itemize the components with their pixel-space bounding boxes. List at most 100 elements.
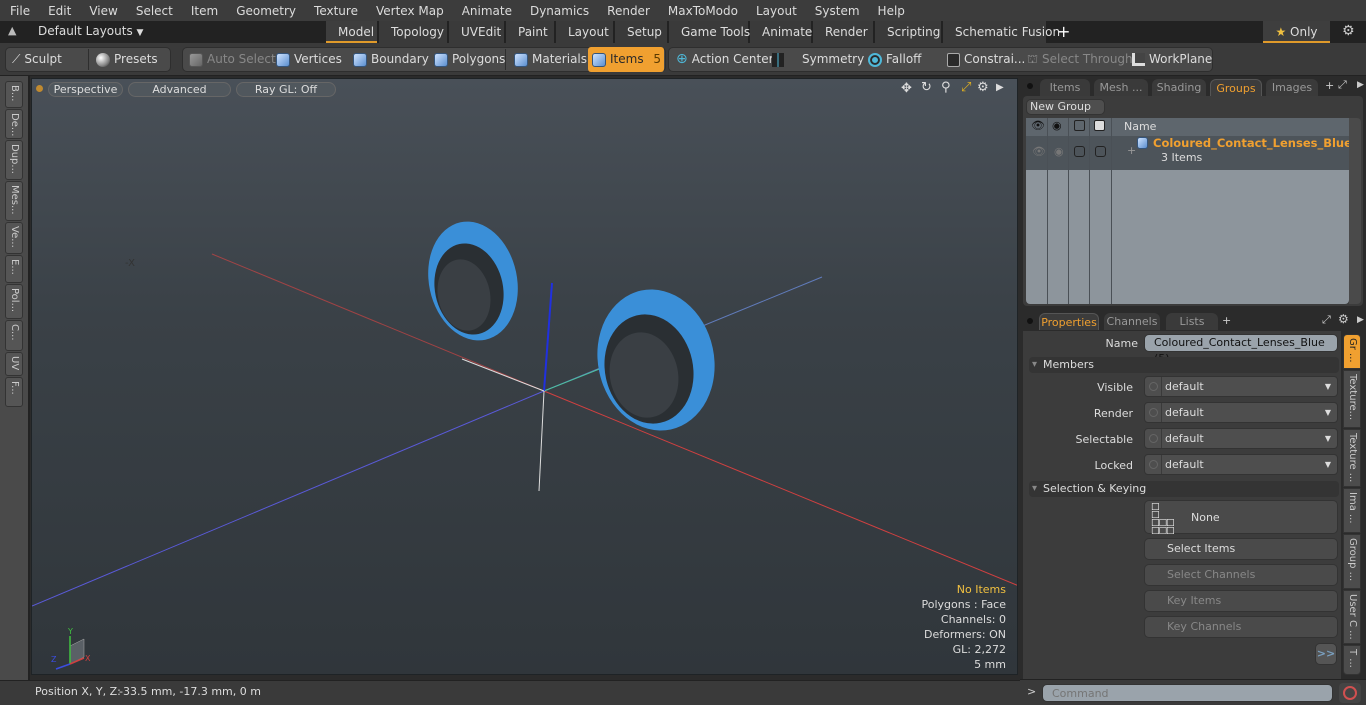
- select-channels-button[interactable]: Select Channels: [1144, 564, 1338, 586]
- side-tab-texture-1[interactable]: Texture...: [1343, 370, 1361, 428]
- panel-more-arrow-icon[interactable]: ▶: [1357, 80, 1364, 90]
- tab-setup[interactable]: Setup: [615, 21, 668, 43]
- locked-dropdown[interactable]: default ▼: [1144, 454, 1338, 475]
- record-button[interactable]: [1339, 683, 1361, 703]
- menu-texture[interactable]: Texture: [304, 4, 366, 18]
- tab-mesh[interactable]: Mesh ...: [1094, 79, 1148, 96]
- select-cube-icon[interactable]: [1094, 120, 1105, 131]
- row-visibility-eye-icon[interactable]: 👁: [1032, 145, 1046, 158]
- row-render-camera-icon[interactable]: ◉: [1054, 145, 1064, 158]
- sculpt-button[interactable]: ⟋ Sculpt: [8, 47, 62, 72]
- left-tab-edge[interactable]: E...: [5, 255, 23, 283]
- visible-dropdown[interactable]: default ▼: [1144, 376, 1338, 397]
- tab-properties[interactable]: Properties: [1039, 313, 1099, 330]
- left-tab-duplicate[interactable]: Dup...: [5, 140, 23, 180]
- 3d-viewport[interactable]: Perspective Advanced Ray GL: Off ✥ ↻ ⚲ ⤢…: [31, 78, 1018, 675]
- tab-groups[interactable]: Groups: [1210, 79, 1262, 96]
- new-group-button[interactable]: New Group: [1026, 99, 1105, 115]
- tab-images[interactable]: Images: [1266, 79, 1318, 96]
- render-camera-icon[interactable]: ◉: [1052, 119, 1062, 132]
- properties-gear-icon[interactable]: ⚙: [1338, 312, 1349, 326]
- tab-layout[interactable]: Layout: [556, 21, 614, 43]
- add-tab-icon[interactable]: +: [1222, 314, 1231, 327]
- vertices-button[interactable]: Vertices1: [272, 47, 360, 72]
- tab-items[interactable]: Items: [1040, 79, 1090, 96]
- hierarchy-mode-button[interactable]: □ □ □□□ □□□ None: [1144, 500, 1338, 536]
- auto-select-button[interactable]: Auto Select: [185, 47, 276, 72]
- menu-help[interactable]: Help: [868, 4, 913, 18]
- symmetry-button[interactable]: Symmetry: [768, 47, 864, 72]
- side-tab-group-2[interactable]: Group ...: [1343, 534, 1361, 589]
- tab-channels[interactable]: Channels: [1104, 313, 1160, 330]
- menu-view[interactable]: View: [79, 4, 125, 18]
- menu-system[interactable]: System: [805, 4, 868, 18]
- left-tab-mesh[interactable]: Mes...: [5, 181, 23, 221]
- left-tab-polygon[interactable]: Pol...: [5, 284, 23, 319]
- left-tab-vertex[interactable]: Ve...: [5, 222, 23, 254]
- tab-lists[interactable]: Lists: [1166, 313, 1218, 330]
- gear-icon[interactable]: ⚙: [1342, 23, 1355, 39]
- menu-select[interactable]: Select: [126, 4, 181, 18]
- command-input[interactable]: [1042, 684, 1333, 702]
- menu-vertex-map[interactable]: Vertex Map: [366, 4, 452, 18]
- menu-render[interactable]: Render: [597, 4, 658, 18]
- tab-uvedit[interactable]: UVEdit: [449, 21, 505, 43]
- tab-schematic-fusion[interactable]: Schematic Fusion: [943, 21, 1060, 43]
- presets-button[interactable]: Presets: [92, 47, 158, 72]
- visibility-eye-icon[interactable]: 👁: [1031, 119, 1045, 132]
- group-row[interactable]: 👁 ◉ + Coloured_Contact_Lenses_Blue 3 Ite…: [1026, 136, 1349, 170]
- key-channels-button[interactable]: Key Channels: [1144, 616, 1338, 638]
- side-tab-t[interactable]: T ...: [1343, 645, 1361, 675]
- lock-cube-icon[interactable]: [1074, 120, 1085, 131]
- side-tab-texture-2[interactable]: Texture ...: [1343, 429, 1361, 487]
- menu-dynamics[interactable]: Dynamics: [520, 4, 597, 18]
- select-items-button[interactable]: Select Items: [1144, 538, 1338, 560]
- items-button[interactable]: Items 5: [588, 47, 664, 72]
- left-tab-deform[interactable]: De...: [5, 109, 23, 139]
- menu-animate[interactable]: Animate: [452, 4, 520, 18]
- menu-geometry[interactable]: Geometry: [226, 4, 304, 18]
- expand-icon[interactable]: ⤢: [1322, 313, 1331, 327]
- boundary-button[interactable]: Boundary: [349, 47, 429, 72]
- side-tab-group[interactable]: Gr ...: [1343, 334, 1361, 369]
- expand-plus-icon[interactable]: +: [1127, 144, 1136, 157]
- menu-file[interactable]: File: [0, 4, 38, 18]
- row-lock-checkbox[interactable]: [1074, 146, 1085, 157]
- left-tab-fusion[interactable]: F...: [5, 377, 23, 407]
- selectable-dropdown[interactable]: default ▼: [1144, 428, 1338, 449]
- materials-button[interactable]: Materials: [510, 47, 587, 72]
- menu-maxtomodo[interactable]: MaxToModo: [658, 4, 746, 18]
- tab-animate[interactable]: Animate: [750, 21, 812, 43]
- menu-edit[interactable]: Edit: [38, 4, 79, 18]
- key-items-button[interactable]: Key Items: [1144, 590, 1338, 612]
- left-tab-basic[interactable]: B...: [5, 81, 23, 108]
- constraints-button[interactable]: Constrai...: [943, 47, 1025, 72]
- menu-layout[interactable]: Layout: [746, 4, 805, 18]
- tab-paint[interactable]: Paint: [506, 21, 555, 43]
- only-favorites-toggle[interactable]: ★ Only: [1263, 21, 1331, 43]
- action-center-button[interactable]: ⊕ Action Center: [672, 47, 774, 72]
- more-button[interactable]: >>: [1315, 643, 1337, 665]
- tab-render[interactable]: Render: [813, 21, 874, 43]
- group-name[interactable]: Coloured_Contact_Lenses_Blue: [1153, 136, 1349, 150]
- members-section[interactable]: Members: [1029, 357, 1339, 373]
- menu-item[interactable]: Item: [181, 4, 226, 18]
- row-select-checkbox[interactable]: [1095, 146, 1106, 157]
- expand-icon[interactable]: ⤢: [1338, 78, 1347, 92]
- tab-model[interactable]: Model: [326, 21, 378, 43]
- side-tab-image[interactable]: Ima ...: [1343, 488, 1361, 533]
- side-tab-user-channels[interactable]: User C ...: [1343, 590, 1361, 644]
- selection-keying-section[interactable]: Selection & Keying: [1029, 481, 1339, 497]
- groups-list[interactable]: 👁 ◉ Name 👁 ◉ + Coloured_Contact_Lenses_B…: [1026, 118, 1349, 304]
- polygons-button[interactable]: Polygons: [430, 47, 505, 72]
- group-name-field[interactable]: Coloured_Contact_Lenses_Blue (5): [1144, 334, 1338, 365]
- name-column-header[interactable]: Name: [1124, 120, 1156, 133]
- collapse-up-icon[interactable]: ▲: [8, 24, 22, 40]
- tab-game-tools[interactable]: Game Tools: [669, 21, 750, 43]
- left-tab-curve[interactable]: C...: [5, 320, 23, 351]
- select-through-button[interactable]: ⛫ Select Through: [1023, 47, 1133, 72]
- tab-shading[interactable]: Shading: [1152, 79, 1206, 96]
- add-tab-icon[interactable]: +: [1325, 79, 1334, 92]
- panel-more-arrow-icon[interactable]: ▶: [1357, 315, 1364, 325]
- render-dropdown[interactable]: default ▼: [1144, 402, 1338, 423]
